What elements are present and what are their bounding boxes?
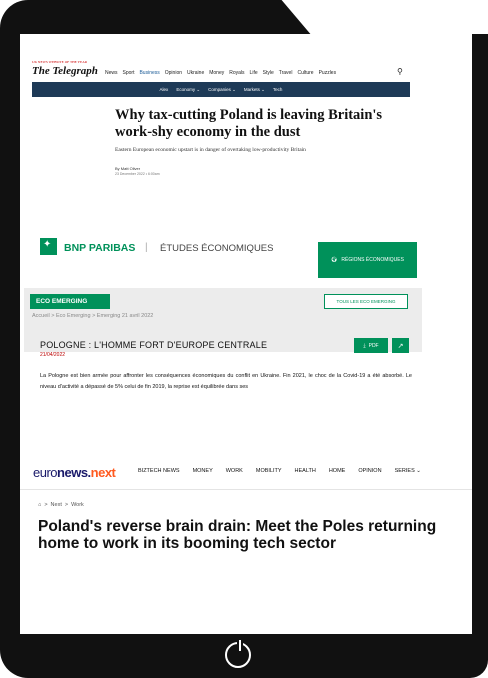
euronews-logo-part-1: euro xyxy=(33,465,58,480)
euronews-nav: BIZTECH NEWS MONEY WORK MOBILITY HEALTH … xyxy=(138,468,421,474)
telegraph-nav-business[interactable]: Business xyxy=(139,70,159,76)
telegraph-nav-life[interactable]: Life xyxy=(250,70,258,76)
telegraph-subnav-tech[interactable]: Tech xyxy=(273,87,283,92)
telegraph-standfirst: Eastern European economic upstart is in … xyxy=(115,147,306,153)
euronews-nav-money[interactable]: MONEY xyxy=(193,468,213,474)
telegraph-nav-news[interactable]: News xyxy=(105,70,118,76)
share-button[interactable]: ↗ xyxy=(392,338,409,353)
regions-button-label: RÉGIONS ÉCONOMIQUES xyxy=(341,257,404,263)
telegraph-nav-travel[interactable]: Travel xyxy=(279,70,293,76)
bnp-date: 21/04/2022 xyxy=(40,352,66,358)
telegraph-logo[interactable]: The Telegraph xyxy=(32,65,98,77)
telegraph-subnav: Alex Economy ⌄ Companies ⌄ Markets ⌄ Tec… xyxy=(32,82,410,97)
euronews-logo-part-2: news. xyxy=(57,465,91,480)
euronews-logo[interactable]: euronews.next xyxy=(33,465,116,480)
tablet-frame: UK NEWS WEBSITE OF THE YEAR The Telegrap… xyxy=(0,0,488,678)
bnp-logo-icon[interactable]: ✦ xyxy=(40,238,57,255)
telegraph-nav-opinion[interactable]: Opinion xyxy=(165,70,182,76)
bnp-etudes[interactable]: ÉTUDES ÉCONOMIQUES xyxy=(160,243,274,254)
bnp-separator: | xyxy=(145,242,148,253)
telegraph-article: UK NEWS WEBSITE OF THE YEAR The Telegrap… xyxy=(20,34,472,212)
telegraph-nav-style[interactable]: Style xyxy=(263,70,274,76)
euronews-nav-series[interactable]: SERIES ⌄ xyxy=(395,468,421,474)
bnp-breadcrumb[interactable]: Accueil > Eco Emerging > Emerging 21 avr… xyxy=(32,313,153,319)
divider xyxy=(20,489,472,490)
euronews-nav-opinion[interactable]: OPINION xyxy=(358,468,381,474)
pdf-button[interactable]: ⤓ PDF xyxy=(354,338,388,353)
bnp-article: ✦ BNP PARIBAS | ÉTUDES ÉCONOMIQUES 🌍︎ RÉ… xyxy=(20,214,472,419)
telegraph-nav-ukraine[interactable]: Ukraine xyxy=(187,70,204,76)
screen-glare xyxy=(281,0,488,34)
telegraph-nav-puzzles[interactable]: Puzzles xyxy=(319,70,337,76)
globe-icon: 🌍︎ xyxy=(331,257,338,263)
regions-button[interactable]: 🌍︎ RÉGIONS ÉCONOMIQUES xyxy=(318,242,417,278)
telegraph-subnav-economy[interactable]: Economy ⌄ xyxy=(176,87,200,93)
euronews-nav-mobility[interactable]: MOBILITY xyxy=(256,468,282,474)
eco-emerging-tag: ECO EMERGING xyxy=(30,294,110,309)
euronews-nav-work[interactable]: WORK xyxy=(226,468,243,474)
euronews-nav-home[interactable]: HOME xyxy=(329,468,346,474)
euronews-logo-part-3: next xyxy=(90,465,116,480)
telegraph-subnav-companies[interactable]: Companies ⌄ xyxy=(208,87,236,93)
bnp-title: POLOGNE : L'HOMME FORT D'EUROPE CENTRALE xyxy=(40,340,268,350)
euronews-breadcrumb: ⌂ > Next > Work xyxy=(38,502,84,508)
breadcrumb-work[interactable]: Work xyxy=(71,502,84,508)
power-icon[interactable] xyxy=(225,640,251,668)
pdf-button-label: PDF xyxy=(368,342,379,349)
euronews-nav-biztech[interactable]: BIZTECH NEWS xyxy=(138,468,180,474)
telegraph-headline: Why tax-cutting Poland is leaving Britai… xyxy=(115,107,383,140)
bnp-body: La Pologne est bien armée pour affronter… xyxy=(40,373,412,390)
telegraph-subnav-markets[interactable]: Markets ⌄ xyxy=(244,87,265,93)
telegraph-byline[interactable]: By Matt Oliver xyxy=(115,166,140,171)
telegraph-nav: News Sport Business Opinion Ukraine Mone… xyxy=(105,70,336,76)
euronews-nav-health[interactable]: HEALTH xyxy=(295,468,316,474)
bnp-brand[interactable]: BNP PARIBAS xyxy=(64,242,135,254)
telegraph-subnav-alex[interactable]: Alex xyxy=(160,87,169,92)
telegraph-tagline: UK NEWS WEBSITE OF THE YEAR xyxy=(32,60,88,64)
telegraph-nav-royals[interactable]: Royals xyxy=(229,70,244,76)
download-icon: ⤓ xyxy=(363,342,366,349)
screen: UK NEWS WEBSITE OF THE YEAR The Telegrap… xyxy=(20,34,472,634)
share-icon: ↗ xyxy=(397,342,404,350)
home-icon[interactable]: ⌂ xyxy=(38,502,41,508)
telegraph-nav-culture[interactable]: Culture xyxy=(297,70,313,76)
telegraph-nav-sport[interactable]: Sport xyxy=(123,70,135,76)
breadcrumb-next[interactable]: Next xyxy=(51,502,62,508)
telegraph-nav-money[interactable]: Money xyxy=(209,70,224,76)
telegraph-date: 23 December 2022 • 6:00am xyxy=(115,172,160,176)
tous-eco-emerging-button[interactable]: TOUS LES ECO EMERGING xyxy=(324,294,408,309)
search-icon[interactable]: ⚲ xyxy=(397,67,403,76)
euronews-headline: Poland's reverse brain drain: Meet the P… xyxy=(38,518,437,552)
euronews-article: euronews.next BIZTECH NEWS MONEY WORK MO… xyxy=(20,459,472,634)
